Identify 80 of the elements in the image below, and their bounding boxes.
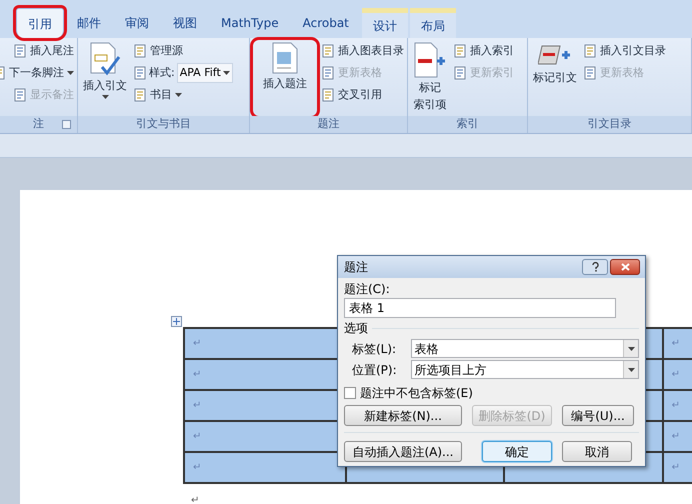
paragraph-mark: ↵ — [672, 399, 680, 413]
document-icon — [583, 66, 597, 80]
paragraph-mark: ↵ — [193, 337, 202, 351]
paragraph-mark: ↵ — [672, 430, 680, 444]
dialog-button[interactable]: 新建标签(N)... — [344, 405, 462, 426]
group-label: 题注 — [318, 116, 340, 132]
caret-icon — [67, 71, 74, 75]
group-label: 引文与书目 — [136, 116, 191, 132]
help-button[interactable] — [582, 259, 608, 275]
field-label: 位置(P): — [352, 362, 398, 378]
dialog-button[interactable]: 取消 — [562, 441, 632, 462]
ribbon-large-button[interactable]: 标记引文 — [531, 40, 579, 116]
paragraph-mark: ↵ — [193, 368, 202, 382]
checkbox-label: 题注中不包含标签(E) — [360, 385, 473, 402]
dialog-title: 题注 — [344, 259, 369, 276]
paragraph-mark: ↵ — [672, 461, 680, 475]
field-label: 标签(L): — [352, 340, 398, 358]
ribbon-large-button[interactable]: 插入引文 — [81, 40, 129, 116]
select-field[interactable]: 表格 — [410, 339, 639, 358]
ribbon-tab[interactable]: Acrobat — [292, 8, 360, 38]
ribbon-small-button[interactable]: 插入尾注 — [13, 40, 74, 62]
close-button[interactable] — [610, 259, 640, 275]
document-icon — [453, 66, 467, 80]
ribbon-large-button[interactable]: 标记 索引项 — [411, 40, 449, 116]
caret-icon — [175, 93, 182, 97]
dialog-button[interactable]: 编号(U)... — [562, 405, 634, 426]
style-label: 样式: — [149, 64, 175, 81]
ribbon-small-button[interactable]: 交叉引用 — [321, 84, 404, 106]
paragraph-mark: ↵ — [672, 337, 680, 351]
caret-icon — [102, 95, 108, 99]
ribbon-small-button[interactable]: 管理源 — [133, 40, 233, 62]
caret-icon — [628, 346, 634, 350]
dialog-launcher-button[interactable] — [62, 120, 71, 129]
caption-label: 题注(C): — [344, 281, 391, 298]
citation-icon — [88, 42, 122, 76]
ribbon-small-button[interactable]: 下一条脚注 — [0, 62, 74, 84]
document-icon — [133, 44, 147, 58]
ribbon-tab[interactable]: 审阅 — [114, 8, 160, 38]
paragraph-mark: ↵ — [191, 495, 200, 504]
document-icon — [133, 66, 147, 80]
document-icon — [13, 88, 27, 102]
style-dropdown[interactable]: APA Fift — [176, 63, 233, 83]
paragraph-mark: ↵ — [193, 461, 202, 475]
ribbon-small-button[interactable]: 插入引文目录 — [583, 40, 666, 62]
table-move-handle-icon — [171, 316, 182, 327]
close-icon — [620, 263, 630, 271]
ribbon-small-button[interactable]: 书目 — [133, 84, 233, 106]
caption-input[interactable]: 表格 1 — [344, 298, 616, 318]
ribbon-tab[interactable]: MathType — [210, 8, 290, 38]
paragraph-mark: ↵ — [193, 430, 202, 444]
document-icon — [583, 44, 597, 58]
ribbon-tab[interactable]: 视图 — [162, 8, 208, 38]
group-label: 引文目录 — [588, 116, 632, 132]
caret-icon — [628, 368, 634, 372]
ribbon-large-button[interactable]: 插入题注 — [253, 40, 317, 116]
ribbon-small-button[interactable]: 插入图表目录 — [321, 40, 404, 62]
group-label: 注 — [33, 116, 44, 132]
document-icon — [321, 44, 335, 58]
checkbox[interactable] — [344, 387, 356, 399]
options-heading: 选项 — [344, 320, 368, 337]
document-icon — [133, 88, 147, 102]
paragraph-mark: ↵ — [193, 399, 202, 413]
question-mark-icon — [592, 262, 598, 272]
document-icon — [13, 44, 27, 58]
select-field[interactable]: 所选项目上方 — [410, 360, 639, 379]
group-label: 索引 — [456, 116, 478, 132]
document-icon — [321, 88, 335, 102]
dialog-button[interactable]: 确定 — [482, 441, 552, 462]
document-icon — [453, 44, 467, 58]
ribbon-tab[interactable]: 设计 — [362, 8, 408, 38]
caption-icon — [272, 42, 298, 74]
document-icon — [321, 66, 335, 80]
dialog-button[interactable]: 自动插入题注(A)... — [344, 441, 462, 462]
caret-icon — [222, 71, 230, 75]
ribbon-small-button[interactable]: 插入索引 — [453, 40, 514, 62]
paragraph-mark: ↵ — [672, 368, 680, 382]
ribbon-tab[interactable]: 邮件 — [66, 8, 112, 38]
ribbon-tab[interactable]: 布局 — [410, 8, 456, 38]
mark-entry-icon — [413, 42, 447, 78]
ribbon-tab[interactable]: 引用 — [16, 8, 64, 38]
